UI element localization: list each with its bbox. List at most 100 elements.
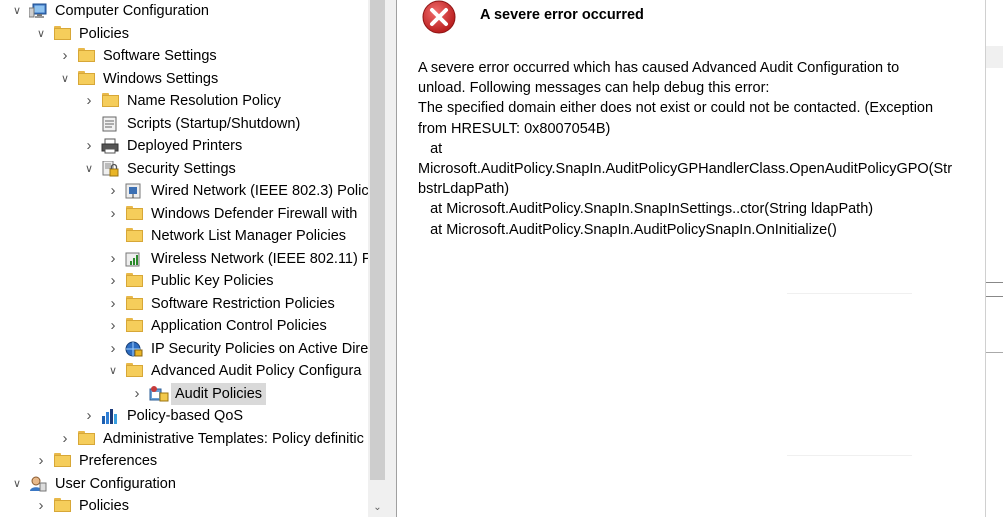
tree-item[interactable]: › Wired Network (IEEE 802.3) Policie (0, 180, 369, 202)
tree-item-label: Windows Settings (103, 70, 219, 87)
chevron-right-icon[interactable]: › (34, 495, 48, 517)
chevron-right-icon[interactable]: › (106, 338, 120, 360)
folder-icon (78, 430, 95, 445)
tree-item[interactable]: › Policy-based QoS (0, 405, 368, 427)
tree-item[interactable]: › Windows Defender Firewall with (0, 203, 368, 225)
tree-item[interactable]: ∨ Advanced Audit Policy Configura (0, 360, 368, 382)
chevron-down-icon[interactable]: ∨ (82, 158, 96, 180)
right-pane-rule (986, 282, 1003, 283)
tree-item[interactable]: › Name Resolution Policy (0, 90, 368, 112)
error-panel: A severe error occurred A severe error o… (397, 0, 985, 517)
folder-icon (126, 273, 143, 287)
tree-item-label: Deployed Printers (127, 138, 243, 154)
security-settings-icon (101, 160, 119, 177)
tree-item-label: Name Resolution Policy (127, 93, 281, 109)
chevron-right-icon[interactable]: › (106, 315, 120, 337)
error-message-line: at (418, 140, 443, 157)
chevron-down-icon[interactable]: ∨ (106, 360, 120, 382)
tree-item[interactable]: ∨ Security Settings (0, 158, 368, 180)
chevron-down-icon[interactable]: ∨ (10, 473, 24, 495)
error-message-line: bstrLdapPath) (418, 181, 510, 198)
user-config-icon (29, 476, 47, 492)
tree-item[interactable]: › Policies (0, 495, 368, 517)
error-x-icon (422, 0, 456, 34)
expander-placeholder (82, 113, 96, 135)
tree-item[interactable]: › Application Control Policies (0, 315, 368, 337)
folder-icon (126, 363, 143, 377)
error-message-line: The specified domain either does not exi… (418, 100, 934, 117)
pane-splitter[interactable] (387, 0, 397, 517)
tree-item[interactable]: › Public Key Policies (0, 270, 368, 292)
tree-item[interactable]: › Audit Policies (0, 382, 368, 405)
right-pane-rule (986, 296, 1003, 297)
folder-icon (54, 498, 71, 512)
tree-item-label: Windows Defender Firewall with (151, 205, 358, 222)
chevron-right-icon[interactable]: › (106, 180, 120, 202)
tree-item[interactable]: › Preferences (0, 450, 368, 472)
folder-icon (126, 295, 143, 310)
faint-divider (787, 293, 912, 294)
error-message-line: Microsoft.AuditPolicy.SnapIn.AuditPolicy… (418, 161, 953, 178)
chevron-right-icon[interactable]: › (106, 203, 120, 225)
tree-item-label: Application Control Policies (151, 318, 327, 334)
faint-divider (787, 455, 912, 456)
scroll-down-arrow-icon[interactable]: ⌄ (368, 499, 387, 517)
expander-placeholder (106, 225, 120, 247)
chevron-right-icon[interactable]: › (106, 293, 120, 315)
tree-item[interactable]: › Deployed Printers (0, 135, 368, 157)
tree-item[interactable]: Scripts (Startup/Shutdown) (0, 113, 368, 135)
tree-item-label: Wireless Network (IEEE 802.11) Pc (151, 250, 368, 267)
folder-icon (126, 205, 143, 220)
qos-chart-icon (101, 408, 119, 424)
chevron-right-icon[interactable]: › (106, 270, 120, 292)
tree-item-label: Preferences (79, 453, 158, 469)
tree-item[interactable]: › Administrative Templates: Policy defini… (0, 428, 368, 450)
tree-item-label: Policies (79, 498, 129, 514)
tree-item-label: Administrative Templates: Policy definit… (103, 430, 364, 447)
chevron-right-icon[interactable]: › (34, 450, 48, 472)
right-pane-rule (986, 352, 1003, 353)
tree-item-label: Software Settings (103, 48, 217, 64)
tree-item-label: Network List Manager Policies (151, 228, 347, 244)
tree-item-label: Wired Network (IEEE 802.3) Policie (151, 183, 368, 199)
tree-item[interactable]: ∨ Computer Configuration (0, 0, 368, 22)
folder-icon (78, 70, 95, 85)
chevron-right-icon[interactable]: › (82, 405, 96, 427)
right-pane-header (986, 46, 1003, 68)
chevron-down-icon[interactable]: ∨ (58, 68, 72, 90)
tree-item[interactable]: › Wireless Network (IEEE 802.11) Pc (0, 248, 369, 270)
tree-item-label: Advanced Audit Policy Configura (151, 363, 362, 379)
chevron-right-icon[interactable]: › (106, 248, 120, 270)
tree-item-label: Public Key Policies (151, 273, 274, 289)
console-tree[interactable]: ∨ Computer Configuration ∨ Policies › Softwar… (0, 0, 368, 517)
chevron-down-icon[interactable]: ∨ (34, 23, 48, 45)
scrollbar-thumb[interactable] (370, 0, 385, 480)
wired-network-icon (125, 183, 143, 199)
tree-item[interactable]: ∨ Windows Settings (0, 68, 368, 90)
tree-item[interactable]: ∨ Policies (0, 23, 368, 45)
tree-item-label: Computer Configuration (55, 3, 209, 19)
tree-item[interactable]: › Software Restriction Policies (0, 293, 368, 315)
error-message-line: from HRESULT: 0x8007054B) (418, 120, 611, 137)
chevron-right-icon[interactable]: › (58, 45, 72, 67)
tree-item[interactable]: Network List Manager Policies (0, 225, 368, 247)
chevron-right-icon[interactable]: › (82, 135, 96, 157)
chevron-down-icon[interactable]: ∨ (10, 0, 24, 22)
printer-icon (101, 138, 119, 154)
tree-item[interactable]: ∨ User Configuration (0, 473, 368, 495)
tree-item[interactable]: › IP Security Policies on Active Dire (0, 338, 369, 360)
error-message-line: at Microsoft.AuditPolicy.SnapIn.SnapInSe… (418, 201, 874, 218)
chevron-right-icon[interactable]: › (82, 90, 96, 112)
tree-item[interactable]: › Software Settings (0, 45, 368, 67)
error-message-line: A severe error occurred which has caused… (418, 60, 900, 76)
error-message-line: at Microsoft.AuditPolicy.SnapIn.AuditPol… (418, 221, 837, 238)
computer-icon (28, 3, 47, 19)
error-message: A severe error occurred which has caused… (418, 58, 978, 240)
chevron-right-icon[interactable]: › (130, 383, 144, 405)
error-message-line: unload. Following messages can help debu… (418, 80, 770, 97)
folder-icon (126, 228, 143, 242)
tree-item-label: Software Restriction Policies (151, 295, 335, 312)
tree-scrollbar[interactable]: ⌄ (368, 0, 387, 517)
chevron-right-icon[interactable]: › (58, 428, 72, 450)
scripts-icon (101, 116, 119, 132)
